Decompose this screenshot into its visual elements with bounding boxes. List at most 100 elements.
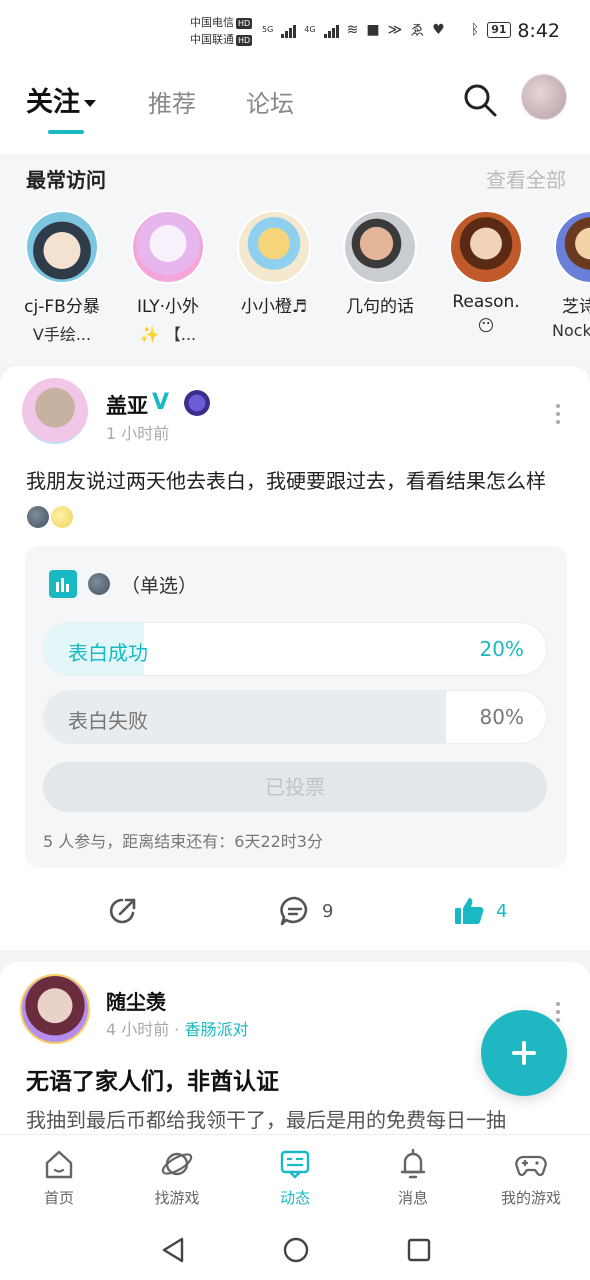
gamepad-icon — [515, 1155, 547, 1177]
user-name: Reason. — [452, 292, 520, 312]
home-icon — [45, 1150, 73, 1179]
battery-icon: 91 — [487, 22, 511, 38]
avatar — [449, 210, 523, 284]
heart-icon: ♥ — [432, 22, 445, 38]
poll-chart-icon — [49, 570, 77, 598]
like-count: 4 — [496, 900, 508, 922]
frequent-user[interactable]: 芝诗 Nock — [540, 210, 590, 340]
comment-button[interactable]: 9 — [278, 894, 333, 928]
avatar — [343, 210, 417, 284]
smirk-emoji-icon — [51, 505, 73, 528]
nav-feed[interactable]: 动态 — [245, 1147, 345, 1208]
recents-icon[interactable] — [406, 1236, 432, 1264]
bell-icon — [400, 1148, 426, 1179]
active-tab-indicator — [48, 130, 84, 134]
frequent-user[interactable]: ILY·小外 ✨ 【... — [120, 210, 216, 345]
comment-count: 9 — [322, 900, 334, 922]
avatar — [237, 210, 311, 284]
author-name[interactable]: 盖亚 — [106, 390, 148, 420]
forum-link[interactable]: 香肠派对 — [185, 1020, 249, 1039]
feed-icon — [280, 1150, 310, 1179]
user-subtitle: V手绘... — [32, 325, 92, 344]
poll-option-percent: 20% — [479, 637, 524, 661]
poll-option[interactable]: 表白失败 80% — [43, 690, 547, 744]
bluetooth-icon: ᛒ — [470, 22, 480, 38]
share-icon — [109, 898, 136, 924]
user-subtitle: Nock — [552, 321, 590, 340]
dark-moon-emoji-icon — [27, 505, 49, 528]
poll-footer: 5 人参与，距离结束还有：6天22时3分 — [43, 832, 323, 851]
post-card[interactable]: 盖亚 V 1 小时前 我朋友说过两天他去表白，我硬要跟过去，看看结果怎么样 （单… — [0, 366, 590, 950]
video-icon: ■ — [366, 22, 380, 38]
hd-badge: HD — [236, 18, 253, 29]
post-time: 1 小时前 — [106, 424, 170, 443]
avatar — [131, 210, 205, 284]
status-bar: 中国电信 HD 中国联通 HD 5G 4G ≋ ■ ≫ ゑ ♥ ᛒ 91 8:42 — [0, 0, 590, 66]
nav-messages[interactable]: 消息 — [363, 1147, 463, 1208]
planet-icon — [161, 1152, 193, 1176]
nav-label: 消息 — [397, 1189, 428, 1207]
post-content: 我朋友说过两天他去表白，我硬要跟过去，看看结果怎么样 — [26, 464, 566, 532]
nav-label: 动态 — [279, 1189, 310, 1207]
post-meta: 4 小时前 · 香肠派对 — [106, 1016, 249, 1040]
top-nav: 关注 推荐 论坛 — [0, 66, 590, 154]
more-options-icon[interactable] — [556, 1002, 560, 1022]
user-subtitle: ✨ 【... — [139, 325, 197, 344]
status-icons: 5G 4G ≋ ■ ≫ ゑ ♥ ᛒ 91 — [262, 20, 511, 40]
user-name: cj-FB分暴 — [24, 297, 100, 317]
author-name[interactable]: 随尘羡 — [106, 986, 166, 1015]
tab-recommended[interactable]: 推荐 — [148, 84, 196, 119]
user-subtitle: 😶 — [477, 316, 495, 335]
more-options-icon[interactable] — [556, 404, 560, 424]
carrier-2: 中国联通 — [190, 33, 234, 46]
poll-type: （单选） — [121, 574, 198, 597]
poll-option[interactable]: 表白成功 20% — [43, 622, 547, 676]
plus-icon — [522, 1041, 526, 1065]
nav-label: 找游戏 — [154, 1189, 200, 1207]
user-avatar[interactable] — [521, 74, 567, 120]
comment-icon — [280, 896, 308, 926]
section-title: 最常访问 — [26, 168, 106, 192]
view-all-link[interactable]: 查看全部 — [486, 164, 566, 193]
poll-option-label: 表白成功 — [68, 641, 148, 665]
verified-badge: V — [152, 390, 170, 415]
back-icon[interactable] — [160, 1236, 186, 1264]
frequent-user[interactable]: 几句的话 — [332, 210, 428, 321]
nav-label: 我的游戏 — [500, 1189, 561, 1207]
author-avatar[interactable] — [22, 378, 88, 444]
share-button[interactable] — [106, 894, 140, 928]
hd-badge: HD — [236, 35, 253, 46]
search-icon[interactable] — [462, 82, 498, 118]
user-name: ILY·小外 — [136, 297, 199, 317]
poll-header: （单选） — [49, 570, 197, 598]
home-circle-icon[interactable] — [282, 1236, 310, 1264]
frequent-user[interactable]: cj-FB分暴 V手绘... — [14, 210, 110, 345]
signal-icon — [323, 22, 339, 38]
post-text: 我抽到最后币都给我领干了，最后是用的免费每日一抽 — [26, 1108, 506, 1132]
create-post-button[interactable] — [481, 1010, 567, 1096]
frequent-user[interactable]: 小小橙♬ — [226, 210, 322, 321]
frequent-user[interactable]: Reason. 😶 — [438, 210, 534, 335]
like-button[interactable]: 4 — [452, 894, 507, 928]
poll-option-label: 表白失败 — [68, 709, 148, 733]
user-name: 几句的话 — [346, 297, 414, 317]
voted-button[interactable]: 已投票 — [43, 762, 547, 812]
vpn-icon: ≫ — [387, 22, 403, 38]
dark-moon-emoji-icon — [88, 573, 110, 595]
nav-find-games[interactable]: 找游戏 — [127, 1147, 227, 1208]
tab-forum[interactable]: 论坛 — [246, 84, 294, 119]
achievement-badge-icon — [184, 390, 210, 416]
nav-home[interactable]: 首页 — [9, 1147, 109, 1208]
tab-following[interactable]: 关注 — [26, 80, 96, 119]
author-avatar[interactable] — [20, 974, 90, 1044]
avatar — [554, 210, 590, 284]
thumbs-up-icon — [455, 898, 484, 924]
post-actions: 9 4 — [0, 886, 590, 936]
user-name: 芝诗 — [562, 297, 590, 317]
bottom-nav: 首页 找游戏 动态 消息 我的游戏 — [0, 1134, 590, 1220]
poll: （单选） 表白成功 20% 表白失败 80% 已投票 5 人参与，距离结束还有：… — [25, 546, 567, 868]
wifi-icon: ≋ — [346, 22, 359, 38]
nav-my-games[interactable]: 我的游戏 — [481, 1147, 581, 1208]
net-5g-label: 5G — [262, 25, 274, 34]
post-title[interactable]: 无语了家人们，非酋认证 — [26, 1062, 279, 1096]
